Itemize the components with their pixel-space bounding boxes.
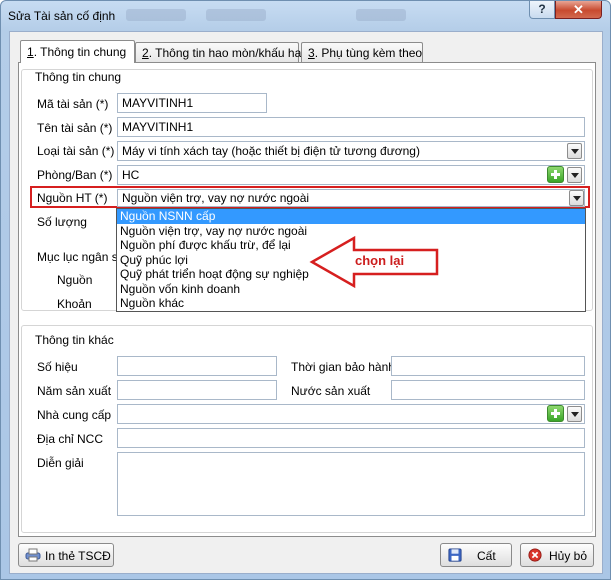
window-title: Sửa Tài sản cố định [8,9,116,23]
tab-depreciation[interactable]: 2. Thông tin hao mòn/khấu hao [135,42,308,62]
serial-input[interactable] [117,356,277,376]
tab-general-info[interactable]: 1. Thông tin chung [20,40,135,63]
department-value: HC [122,168,140,182]
dialog-window: Sửa Tài sản cố định ? ✕ 1. Thông tin chu… [0,0,611,580]
source-value: Nguồn viện trợ, vay nợ nước ngoài [122,191,310,205]
year-input[interactable] [117,380,277,400]
supplier-dropdown-button[interactable] [567,406,582,422]
tab-label: . Phụ tùng kèm theo [314,46,423,60]
budget-source-label: Nguồn [57,273,93,287]
serial-label: Số hiệu [37,360,78,374]
supplier-select[interactable] [117,404,585,424]
save-disk-icon [448,548,462,562]
blurred-text [206,9,266,21]
country-label: Nước sản xuất [291,384,371,398]
supplier-address-input[interactable] [117,428,585,448]
quantity-label: Số lượng [37,215,87,229]
add-supplier-icon[interactable] [547,405,564,422]
add-department-icon[interactable] [547,166,564,183]
department-dropdown-button[interactable] [567,167,582,183]
asset-type-dropdown-button[interactable] [567,143,582,159]
tab-label: . Thông tin hao mòn/khấu hao [148,46,308,60]
source-option[interactable]: Nguồn khác [117,296,585,311]
save-label: Cất [477,549,496,563]
tab-number: 3 [308,46,315,60]
blurred-text [356,9,406,21]
printer-icon [25,548,41,562]
supplier-label: Nhà cung cấp [37,408,112,422]
warranty-label: Thời gian bảo hành [291,360,395,374]
asset-name-input[interactable]: MAYVITINH1 [117,117,585,137]
supplier-address-label: Địa chỉ NCC [37,432,104,446]
asset-type-label: Loại tài sản (*) [37,144,115,158]
tab-label: . Thông tin chung [33,45,127,59]
print-card-button[interactable]: In thẻ TSCĐ [18,543,114,567]
year-label: Năm sản xuất [37,384,112,398]
close-button[interactable]: ✕ [555,1,602,19]
source-select[interactable]: Nguồn viện trợ, vay nợ nước ngoài [117,189,585,207]
source-label: Nguồn HT (*) [37,191,108,205]
country-input[interactable] [391,380,585,400]
cancel-button[interactable]: Hủy bỏ [520,543,594,567]
asset-code-label: Mã tài sản (*) [37,97,109,111]
help-button[interactable]: ? [529,1,555,19]
description-label: Diễn giải [37,456,84,470]
warranty-input[interactable] [391,356,585,376]
other-group-title: Thông tin khác [35,333,114,347]
asset-name-label: Tên tài sản (*) [37,121,113,135]
cancel-icon [528,548,542,562]
asset-code-input[interactable]: MAYVITINH1 [117,93,267,113]
title-bar[interactable]: Sửa Tài sản cố định ? ✕ [1,1,610,31]
department-label: Phòng/Ban (*) [37,168,113,182]
source-dropdown-button[interactable] [569,190,584,206]
tab-panel: Thông tin chung Mã tài sản (*) MAYVITINH… [18,62,596,537]
blurred-text [126,9,186,21]
asset-type-value: Máy vi tính xách tay (hoặc thiết bị điện… [122,144,420,158]
general-group-title: Thông tin chung [35,70,122,84]
source-option[interactable]: Nguồn NSNN cấp [117,209,585,224]
tab-spare-parts[interactable]: 3. Phụ tùng kèm theo [301,42,423,62]
budget-item-label: Khoản [57,297,92,311]
description-textarea[interactable] [117,452,585,516]
cancel-label: Hủy bỏ [549,549,588,563]
tab-number: 2 [142,46,149,60]
annotation-text: chọn lại [355,253,405,268]
dialog-body: 1. Thông tin chung 2. Thông tin hao mòn/… [9,31,603,574]
asset-type-select[interactable]: Máy vi tính xách tay (hoặc thiết bị điện… [117,141,585,161]
save-button[interactable]: Cất [440,543,512,567]
tab-number: 1 [27,45,34,59]
print-card-label: In thẻ TSCĐ [45,549,111,563]
department-select[interactable]: HC [117,165,585,185]
